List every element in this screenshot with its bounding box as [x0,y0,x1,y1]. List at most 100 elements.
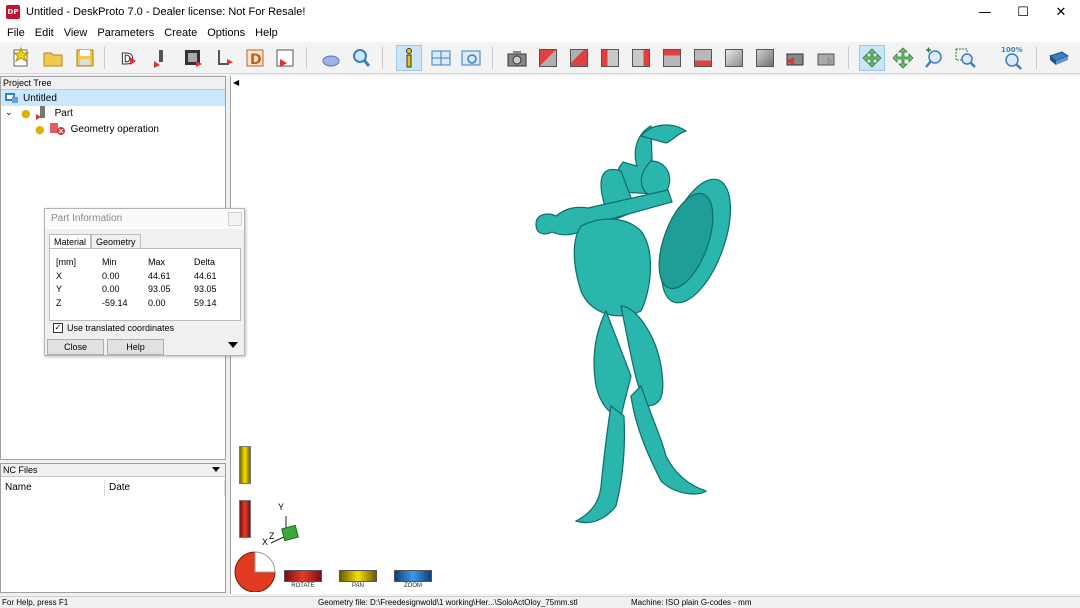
menu-options[interactable]: Options [202,27,250,39]
dropdown-arrow-icon[interactable] [212,467,220,472]
toolbar-separator [848,47,849,69]
view-previous-button[interactable] [782,45,808,71]
3d-model[interactable] [501,116,801,526]
rotate-dial-icon[interactable] [232,548,278,592]
main-toolbar: D D 100% [0,42,1080,74]
menu-help[interactable]: Help [250,27,283,39]
pan-mode-label: PAN [352,583,364,589]
view-window-button[interactable] [458,45,484,71]
header-delta: Delta [194,257,216,267]
help-book-button[interactable] [1046,45,1072,71]
tree-item-part[interactable]: ⌄ ● Part [5,105,73,121]
camera-icon [507,51,527,67]
toolbar-separator [1036,47,1037,69]
preview-button[interactable] [348,45,374,71]
close-button[interactable]: ✕ [1042,0,1080,24]
zoom-window-button[interactable] [952,45,978,71]
zoom-100-label: 100% [1001,46,1023,54]
tree-item-operation[interactable]: ● Geometry operation [35,121,159,137]
title-bar: DP Untitled - DeskProto 7.0 - Dealer lic… [0,0,1080,24]
operation-d-icon: D [246,49,264,68]
view-next-button[interactable] [813,45,839,71]
view-top-button[interactable] [659,45,685,71]
tree-item-project[interactable]: Untitled [1,90,225,106]
view-right-button[interactable] [628,45,654,71]
window-grid-icon [431,50,451,66]
part-figure-icon [154,50,163,68]
dialog-title-bar[interactable]: Part Information [45,209,244,229]
zoom-mode-label: ZOOM [404,583,422,589]
open-project-button[interactable] [40,45,66,71]
collapse-panel-icon[interactable]: ◀ [233,78,239,87]
bitmap-icon [185,50,202,67]
view-left-button[interactable] [597,45,623,71]
translated-coordinates-option: ✓ Use translated coordinates [53,323,174,333]
red-slider-indicator[interactable] [239,500,251,538]
lightbulb-icon[interactable]: ● [21,107,31,120]
expand-dialog-arrow-icon[interactable] [228,342,238,348]
vector-icon [218,50,233,65]
column-header-name[interactable]: Name [1,480,105,496]
help-book-icon [1048,51,1070,65]
view-front-button[interactable] [535,45,561,71]
dialog-close-text-button[interactable]: Close [47,339,104,355]
maximize-button[interactable]: ☐ [1004,0,1042,24]
save-project-button[interactable] [72,45,98,71]
dialog-title: Part Information [51,213,123,224]
layout-button[interactable] [428,45,454,71]
status-bar: For Help, press F1 Geometry file: D:\Fre… [0,596,1080,607]
save-icon [76,49,94,67]
rotate-mode-indicator[interactable] [284,570,322,582]
yellow-slider-indicator[interactable] [239,446,251,484]
new-file-icon [12,47,30,67]
cube-default-icon [756,49,774,67]
zoom-in-button[interactable] [921,45,947,71]
camera-button[interactable] [504,45,530,71]
new-project-button[interactable] [8,45,34,71]
tab-material[interactable]: Material [49,234,92,248]
menu-edit[interactable]: Edit [30,27,59,39]
translated-coordinates-checkbox[interactable]: ✓ [53,323,63,333]
view-back-button[interactable] [566,45,592,71]
model-shape [535,124,732,524]
zoom-mode-indicator[interactable] [394,570,432,582]
cube-top-icon [663,49,681,67]
pan-mode-button[interactable] [890,45,916,71]
column-header-date[interactable]: Date [105,480,225,496]
menu-view[interactable]: View [59,27,93,39]
save-nc-button[interactable] [272,45,298,71]
lightbulb-icon[interactable]: ● [35,123,45,136]
view-iso-button[interactable] [721,45,747,71]
view-bottom-button[interactable] [690,45,716,71]
menu-create[interactable]: Create [159,27,202,39]
menu-bar: File Edit View Parameters Create Options… [0,24,1080,42]
row-min: -59.14 [102,297,128,308]
load-part-button[interactable] [148,45,174,71]
load-geometry-button[interactable]: D [116,45,142,71]
window-title: Untitled - DeskProto 7.0 - Dealer licens… [26,6,306,18]
window-controls: — ☐ ✕ [966,0,1080,24]
rotate-mode-button[interactable] [859,45,885,71]
axis-y-label: Y [278,502,284,512]
load-bitmap-button[interactable] [180,45,206,71]
row-delta: 44.61 [194,270,217,281]
menu-parameters[interactable]: Parameters [92,27,159,39]
part-info-button[interactable] [396,45,422,71]
menu-file[interactable]: File [2,27,30,39]
3d-viewport[interactable]: ◀ Y X Z [230,76,1080,594]
dialog-close-button[interactable] [228,212,242,226]
erase-button[interactable] [318,45,344,71]
tab-geometry[interactable]: Geometry [91,234,141,248]
load-vector-button[interactable] [212,45,238,71]
minimize-button[interactable]: — [966,0,1004,24]
new-operation-button[interactable]: D [242,45,268,71]
view-default-button[interactable] [752,45,778,71]
dialog-help-button[interactable]: Help [107,339,164,355]
pan-mode-indicator[interactable] [339,570,377,582]
table-row: Y 0.00 93.05 93.05 [56,284,234,298]
cube-front-icon [539,49,557,67]
expand-chevron-icon[interactable]: ⌄ [5,108,17,118]
zoom-100-button[interactable]: 100% [1000,45,1026,71]
row-min: 0.00 [102,270,120,281]
window-view-icon [461,50,481,66]
